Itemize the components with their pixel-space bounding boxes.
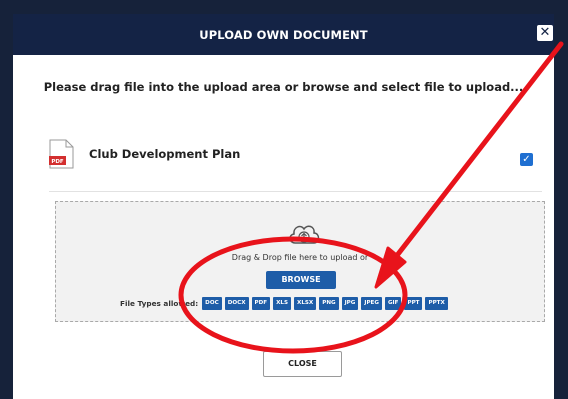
filetype-badge: GIF xyxy=(384,297,402,310)
filetype-badge: PNG xyxy=(319,297,339,310)
svg-text:PDF: PDF xyxy=(51,159,64,165)
filetype-badge: PPTX xyxy=(425,297,448,310)
filetype-badge: PPT xyxy=(404,297,423,310)
filetype-badge: PDF xyxy=(251,297,271,310)
filetype-badge: XLS xyxy=(273,297,291,310)
close-button[interactable]: CLOSE xyxy=(263,351,342,377)
cloud-upload-icon xyxy=(289,225,320,244)
filetype-badge: DOC xyxy=(202,297,222,310)
drag-drop-text: Drag & Drop file here to upload or xyxy=(231,253,369,262)
modal-header: UPLOAD OWN DOCUMENT ✕ xyxy=(13,14,554,55)
upload-instruction: Please drag file into the upload area or… xyxy=(43,80,524,94)
document-select-checkbox[interactable]: ✓ xyxy=(520,153,533,166)
filetype-badge: DOCX xyxy=(224,297,249,310)
document-row[interactable]: PDF Club Development Plan ✓ xyxy=(49,125,542,192)
filetype-badge: JPEG xyxy=(361,297,382,310)
upload-modal: UPLOAD OWN DOCUMENT ✕ Please drag file i… xyxy=(13,14,554,399)
browse-button[interactable]: BROWSE xyxy=(266,271,336,289)
pdf-file-icon: PDF xyxy=(49,139,74,169)
filetype-badge: XLSX xyxy=(294,297,317,310)
allowed-filetypes: File Types allowed: DOC DOCX PDF XLS XLS… xyxy=(120,297,448,310)
upload-dropzone[interactable]: Drag & Drop file here to upload or BROWS… xyxy=(55,201,545,322)
close-icon[interactable]: ✕ xyxy=(537,25,553,41)
filetype-badge: JPG xyxy=(341,297,359,310)
filetypes-label: File Types allowed: xyxy=(120,299,199,308)
document-name: Club Development Plan xyxy=(89,147,241,161)
modal-title: UPLOAD OWN DOCUMENT xyxy=(199,27,368,42)
